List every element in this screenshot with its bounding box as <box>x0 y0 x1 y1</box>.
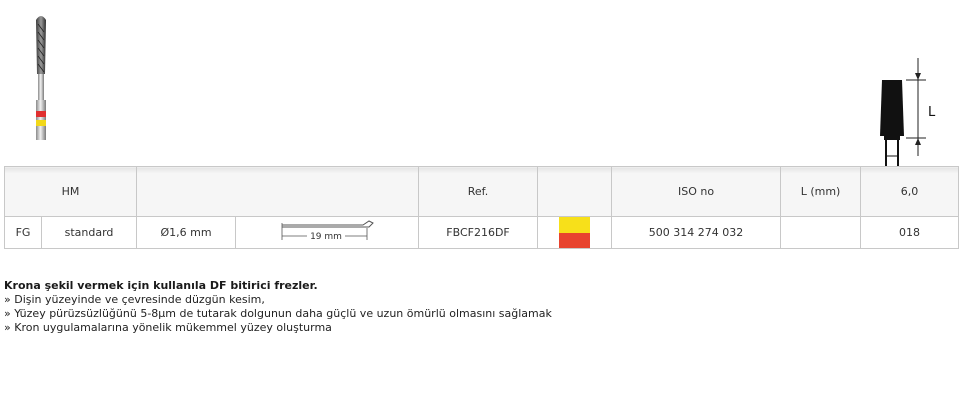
cell-color-code <box>537 216 613 249</box>
shank-length-label: 19 mm <box>310 232 342 242</box>
product-description: Krona şekil vermek için kullanıla DF bit… <box>4 279 552 335</box>
header-ref: Ref. <box>418 166 539 217</box>
table-row: FG standard Ø1,6 mm 19 mm FBCF216DF 500 … <box>4 216 960 249</box>
product-page: L HM Ref. ISO no L (mm) 6,0 FG standard … <box>0 0 962 409</box>
cell-size: 018 <box>860 216 960 249</box>
color-code-swatch <box>559 217 591 248</box>
color-yellow <box>559 217 591 233</box>
header-iso: ISO no <box>611 166 782 217</box>
cell-ref: FBCF216DF <box>418 216 539 249</box>
header-empty <box>136 166 420 217</box>
table-header-row: HM Ref. ISO no L (mm) 6,0 <box>3 166 960 217</box>
header-material: HM <box>3 166 138 217</box>
description-title: Krona şekil vermek için kullanıla DF bit… <box>4 279 318 292</box>
cell-length <box>780 216 862 249</box>
description-bullet: » Kron uygulamalarına yönelik mükemmel y… <box>4 321 332 334</box>
description-bullet: » Yüzey pürüzsüzlüğünü 5-8µm de tutarak … <box>4 307 552 320</box>
length-label: L <box>928 105 936 120</box>
shank-drawing: 19 mm <box>281 220 374 242</box>
cell-type: standard <box>40 216 138 249</box>
cell-shank-drawing: 19 mm <box>235 216 420 249</box>
color-red <box>559 232 591 248</box>
header-color <box>537 166 613 217</box>
spec-table: HM Ref. ISO no L (mm) 6,0 FG standard Ø1… <box>3 166 960 249</box>
cell-shank: FG <box>4 216 42 249</box>
header-diameter: 6,0 <box>860 166 960 217</box>
dental-bur-image <box>36 16 46 140</box>
description-bullet: » Dişin yüzeyinde ve çevresinde düzgün k… <box>4 293 265 306</box>
dimension-diagram: L <box>880 58 936 168</box>
cell-iso: 500 314 274 032 <box>611 216 782 249</box>
cell-diameter: Ø1,6 mm <box>136 216 237 249</box>
header-length: L (mm) <box>780 166 862 217</box>
